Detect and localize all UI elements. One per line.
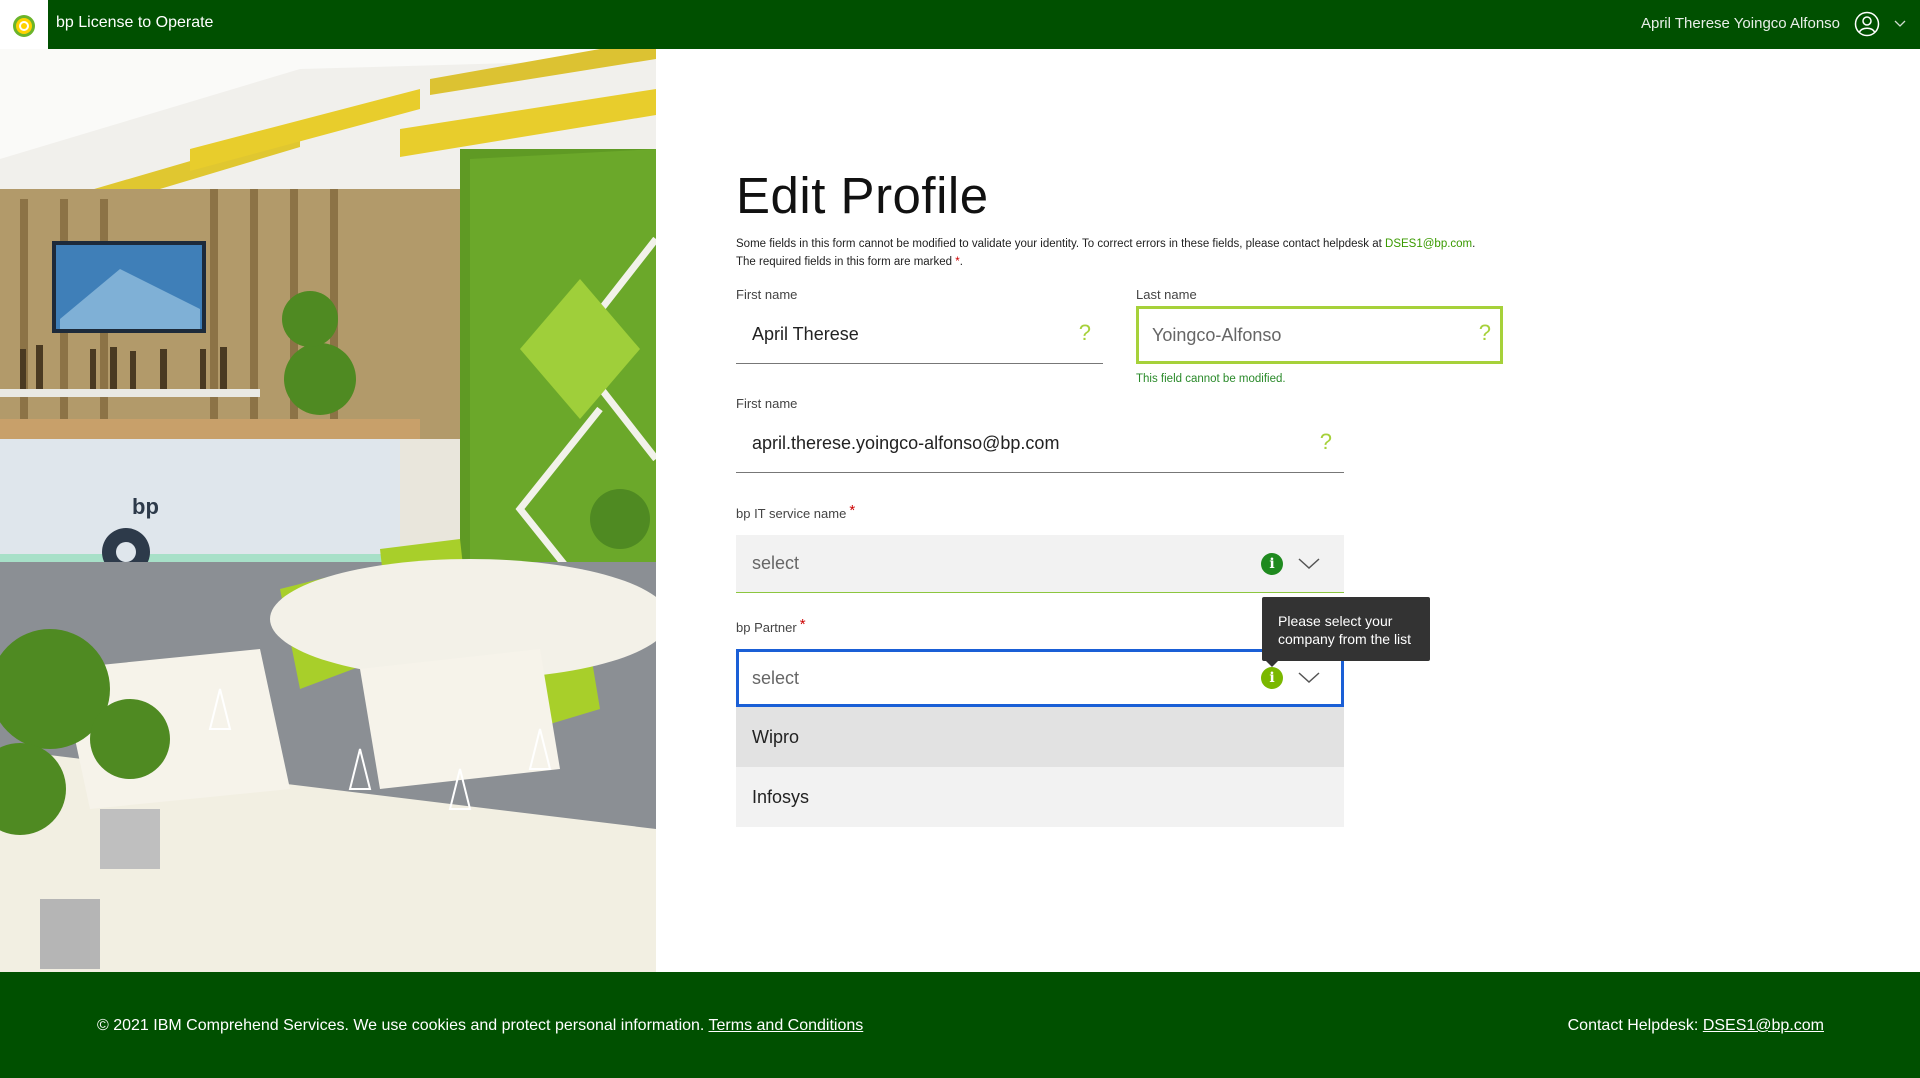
partner-select[interactable]: select i (736, 649, 1344, 707)
it-service-placeholder: select (752, 553, 800, 573)
page-footer: © 2021 IBM Comprehend Services. We use c… (0, 972, 1920, 1078)
partner-option-wipro[interactable]: Wipro (736, 707, 1344, 767)
last-name-field[interactable]: Yoingco-Alfonso ? (1136, 306, 1503, 364)
user-menu-chevron-down-icon[interactable] (1894, 18, 1906, 28)
page-title: Edit Profile (736, 167, 989, 224)
it-service-label: bp IT service name * (736, 502, 856, 522)
footer-helpdesk: Contact Helpdesk: DSES1@bp.com (1568, 1017, 1824, 1035)
bp-logo[interactable] (0, 0, 48, 49)
svg-text:bp: bp (132, 494, 159, 519)
restaurant-photo: bp (0, 49, 656, 972)
required-mark: * (849, 502, 856, 519)
required-mark: * (799, 616, 806, 633)
first-name-field[interactable]: April Therese ? (736, 306, 1103, 364)
info-icon[interactable]: i (1261, 553, 1283, 575)
help-question-icon[interactable]: ? (1079, 320, 1091, 346)
first-name-label: First name (736, 287, 798, 302)
partner-tooltip: Please select your company from the list (1262, 597, 1430, 667)
intro-period: . (1472, 238, 1476, 250)
restaurant-interior-image: bp (0, 49, 656, 972)
app-title[interactable]: bp License to Operate (56, 0, 213, 46)
last-name-label: Last name (1136, 287, 1197, 302)
user-name[interactable]: April Therese Yoingco Alfonso (1641, 0, 1840, 47)
required-note: The required fields in this form are mar… (736, 256, 956, 268)
first-name-value: April Therese (752, 324, 859, 344)
chevron-down-icon[interactable] (1298, 672, 1320, 684)
footer-copyright: © 2021 IBM Comprehend Services. We use c… (97, 1017, 863, 1035)
tooltip-line-1: Please select your (1278, 613, 1393, 629)
email-value: april.therese.yoingco-alfonso@bp.com (752, 433, 1060, 453)
it-service-label-text: bp IT service name (736, 506, 847, 521)
terms-link[interactable]: Terms and Conditions (709, 1017, 864, 1034)
user-circle-icon[interactable] (1854, 11, 1880, 37)
partner-label-text: bp Partner (736, 620, 797, 635)
last-name-locked-message: This field cannot be modified. (1136, 373, 1286, 385)
copyright-text: © 2021 IBM Comprehend Services. We use c… (97, 1017, 705, 1034)
last-name-value: Yoingco-Alfonso (1152, 324, 1282, 345)
partner-placeholder: select (752, 667, 800, 688)
help-question-icon[interactable]: ? (1320, 429, 1332, 455)
tooltip-line-2: company from the list (1278, 631, 1412, 647)
info-icon[interactable]: i (1261, 667, 1283, 689)
email-label: First name (736, 396, 798, 411)
it-service-select[interactable]: select i (736, 535, 1344, 593)
bp-helios-logo-icon (13, 14, 35, 37)
required-note-period: . (959, 256, 963, 268)
helpdesk-email-link[interactable]: DSES1@bp.com (1385, 238, 1472, 250)
helpdesk-email-link[interactable]: DSES1@bp.com (1703, 1017, 1824, 1034)
partner-label: bp Partner * (736, 616, 806, 636)
partner-option-infosys[interactable]: Infosys (736, 767, 1344, 827)
help-question-icon[interactable]: ? (1479, 320, 1491, 346)
form-intro: Some fields in this form cannot be modif… (736, 235, 1556, 271)
chevron-down-icon[interactable] (1298, 558, 1320, 570)
email-field[interactable]: april.therese.yoingco-alfonso@bp.com ? (736, 415, 1344, 473)
intro-text: Some fields in this form cannot be modif… (736, 238, 1386, 250)
top-header: bp License to Operate April Therese Yoin… (0, 0, 1920, 49)
helpdesk-label: Contact Helpdesk: (1567, 1017, 1699, 1034)
